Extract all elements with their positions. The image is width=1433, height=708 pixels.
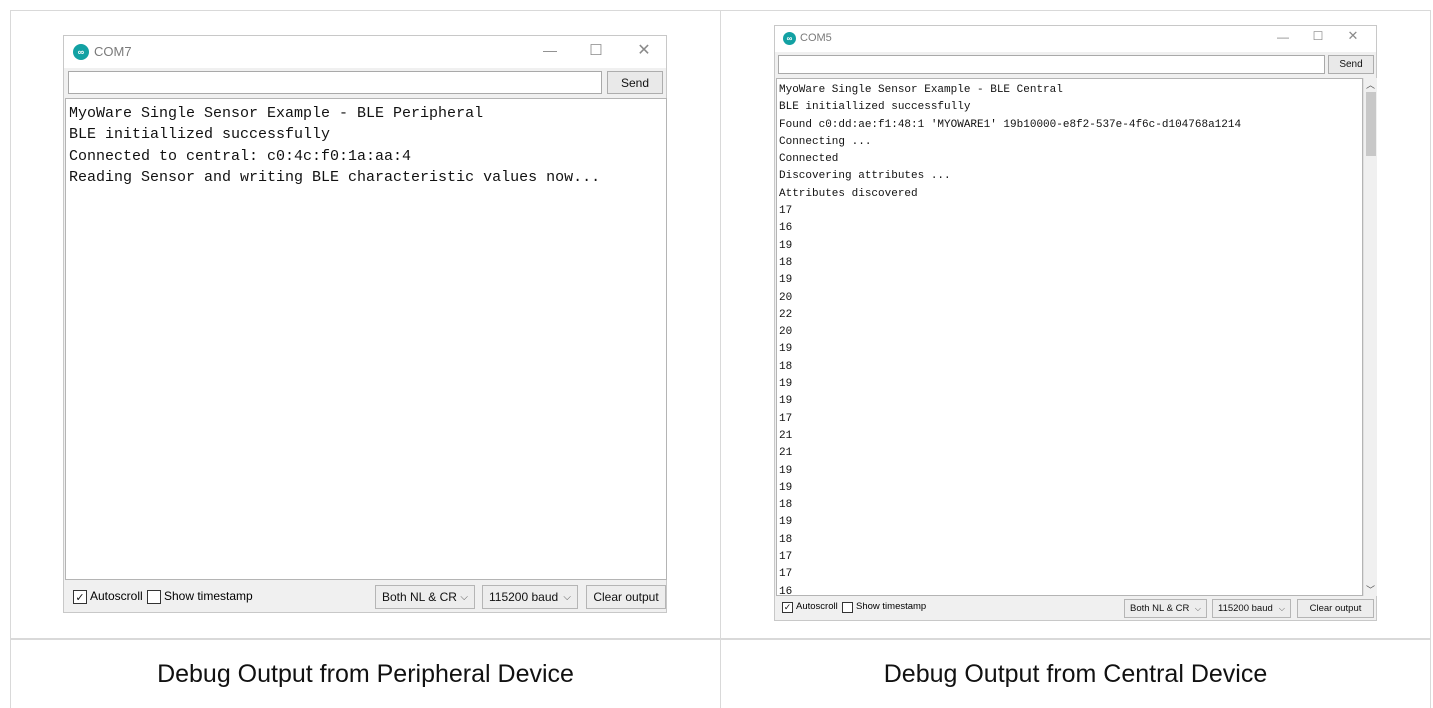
chevron-down-icon: ⌵	[563, 591, 571, 603]
output-line: 21	[779, 429, 793, 442]
serial-output: MyoWare Single Sensor Example - BLE Cent…	[776, 78, 1363, 596]
output-line: 19	[779, 378, 793, 391]
output-line: 17	[779, 412, 793, 425]
autoscroll-checkbox[interactable]: ✓	[782, 602, 793, 613]
scrollbar-thumb[interactable]	[1366, 92, 1376, 156]
output-line: 17	[779, 568, 793, 581]
serial-monitor-window-com7: ∞ COM7 — ☐ ✕ Send MyoWare Single Sensor …	[63, 35, 667, 613]
output-line: 18	[779, 533, 793, 546]
line-ending-select[interactable]: Both NL & CR ⌵	[1124, 599, 1207, 618]
serial-output: MyoWare Single Sensor Example - BLE Peri…	[65, 98, 667, 580]
chevron-down-icon: ⌵	[460, 591, 468, 603]
vertical-scrollbar[interactable]: ︿ ﹀	[1363, 78, 1377, 596]
clear-output-button[interactable]: Clear output	[1297, 599, 1374, 618]
grid-line	[1430, 10, 1431, 708]
grid-line	[10, 10, 11, 708]
output-line: BLE initiallized successfully	[779, 101, 971, 114]
grid-line	[720, 10, 721, 708]
checkmark-icon: ✓	[75, 591, 85, 604]
autoscroll-checkbox[interactable]: ✓	[73, 590, 87, 604]
maximize-icon[interactable]: ☐	[584, 41, 608, 59]
output-line: 19	[779, 481, 793, 494]
title-bar: ∞ COM5 — ☐ ✕	[775, 26, 1376, 52]
line-ending-value: Both NL & CR	[382, 590, 457, 604]
output-line: Connecting ...	[779, 135, 872, 148]
close-icon[interactable]: ✕	[632, 40, 656, 60]
output-line: 19	[779, 239, 793, 252]
baud-value: 115200 baud	[1218, 603, 1273, 614]
baud-select[interactable]: 115200 baud ⌵	[1212, 599, 1291, 618]
output-line: 19	[779, 516, 793, 529]
autoscroll-label: Autoscroll	[796, 601, 838, 612]
output-line: 20	[779, 326, 793, 339]
grid-line	[10, 638, 1431, 640]
output-line: 21	[779, 447, 793, 460]
output-line: 18	[779, 360, 793, 373]
scroll-down-icon[interactable]: ﹀	[1364, 583, 1377, 596]
checkmark-icon: ✓	[783, 602, 792, 612]
output-line: Discovering attributes ...	[779, 170, 951, 183]
output-line: BLE initiallized successfully	[69, 126, 331, 144]
grid-line	[10, 10, 1431, 11]
output-line: Attributes discovered	[779, 187, 918, 200]
autoscroll-label: Autoscroll	[90, 589, 143, 603]
title-bar: ∞ COM7 — ☐ ✕	[64, 36, 666, 68]
minimize-icon[interactable]: —	[1273, 30, 1293, 44]
output-line: 20	[779, 291, 793, 304]
output-line: 16	[779, 222, 793, 235]
send-button[interactable]: Send	[1328, 55, 1374, 74]
timestamp-label: Show timestamp	[164, 589, 253, 603]
output-line: 22	[779, 308, 793, 321]
send-input[interactable]	[778, 55, 1325, 74]
clear-output-button[interactable]: Clear output	[586, 585, 666, 609]
output-line: Connected to central: c0:4c:f0:1a:aa:4	[69, 147, 412, 165]
send-button[interactable]: Send	[607, 71, 663, 94]
minimize-icon[interactable]: —	[538, 42, 562, 58]
output-line: 19	[779, 343, 793, 356]
output-line: Found c0:dd:ae:f1:48:1 'MYOWARE1' 19b100…	[779, 118, 1242, 131]
output-line: 19	[779, 274, 793, 287]
output-line: Reading Sensor and writing BLE character…	[69, 168, 601, 186]
output-line: MyoWare Single Sensor Example - BLE Cent…	[779, 84, 1063, 96]
output-line: 19	[779, 395, 793, 408]
window-title: COM7	[94, 44, 132, 59]
output-line: 18	[779, 499, 793, 512]
serial-monitor-window-com5: ∞ COM5 — ☐ ✕ Send MyoWare Single Sensor …	[774, 25, 1377, 621]
line-ending-value: Both NL & CR	[1130, 603, 1190, 614]
output-line: Connected	[779, 153, 839, 166]
caption-central: Debug Output from Central Device	[883, 660, 1268, 688]
baud-value: 115200 baud	[489, 590, 559, 604]
output-line: MyoWare Single Sensor Example - BLE Peri…	[69, 105, 484, 122]
maximize-icon[interactable]: ☐	[1308, 29, 1328, 43]
close-icon[interactable]: ✕	[1343, 28, 1363, 44]
timestamp-checkbox[interactable]	[842, 602, 853, 613]
output-line: 19	[779, 464, 793, 477]
scroll-up-icon[interactable]: ︿	[1364, 78, 1377, 91]
window-title: COM5	[800, 32, 832, 44]
timestamp-checkbox[interactable]	[147, 590, 161, 604]
arduino-infinity-icon: ∞	[73, 44, 89, 60]
caption-peripheral: Debug Output from Peripheral Device	[157, 660, 574, 688]
timestamp-label: Show timestamp	[856, 601, 927, 612]
chevron-down-icon: ⌵	[1194, 603, 1201, 613]
chevron-down-icon: ⌵	[1278, 603, 1285, 613]
baud-select[interactable]: 115200 baud ⌵	[482, 585, 578, 609]
send-input[interactable]	[68, 71, 602, 94]
output-line: 18	[779, 256, 793, 269]
output-line: 17	[779, 205, 793, 218]
output-line: 17	[779, 551, 793, 564]
arduino-infinity-icon: ∞	[783, 32, 796, 45]
output-line: 16	[779, 585, 793, 596]
line-ending-select[interactable]: Both NL & CR ⌵	[375, 585, 475, 609]
